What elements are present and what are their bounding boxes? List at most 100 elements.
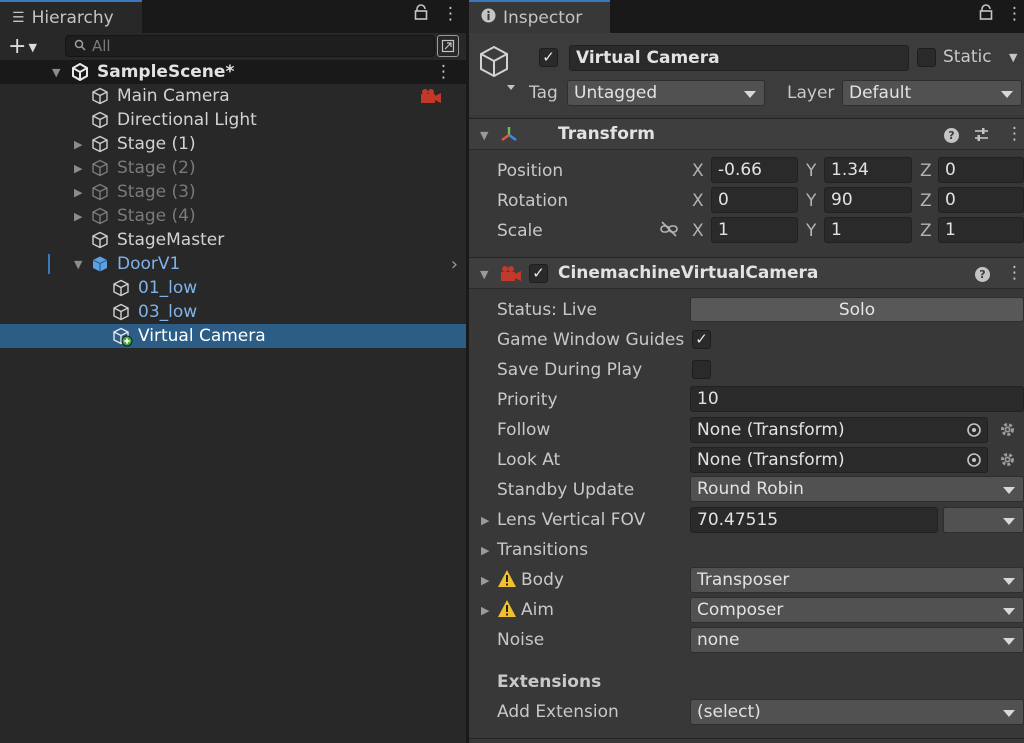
noise-dropdown[interactable]: none	[690, 627, 1024, 653]
look-at-field[interactable]: None (Transform)	[690, 447, 988, 473]
gear-icon[interactable]	[999, 451, 1016, 473]
game-window-guides-checkbox[interactable]: ✓	[692, 330, 711, 349]
lens-presets-dropdown[interactable]	[943, 507, 1024, 533]
gear-icon[interactable]	[999, 421, 1016, 443]
position-z-field[interactable]: 0	[938, 157, 1024, 183]
kebab-menu-icon[interactable]: ⋮	[435, 62, 452, 82]
static-checkbox[interactable]	[917, 48, 936, 67]
search-icon	[74, 39, 86, 54]
standby-update-dropdown[interactable]: Round Robin	[690, 476, 1024, 502]
kebab-menu-icon[interactable]: ⋮	[442, 4, 459, 24]
follow-field[interactable]: None (Transform)	[690, 417, 988, 443]
foldout-arrow-icon[interactable]: ▶	[481, 574, 489, 587]
body-dropdown[interactable]: Transposer	[690, 567, 1024, 593]
position-x-field[interactable]: -0.66	[711, 157, 798, 183]
search-input[interactable]: All	[65, 35, 435, 57]
lock-icon[interactable]	[414, 4, 428, 26]
expand-arrow-icon[interactable]: ▼	[74, 258, 82, 271]
expand-arrow-icon[interactable]: ▶	[74, 138, 82, 151]
hierarchy-item-stage-4[interactable]: ▶ Stage (4)	[0, 204, 466, 228]
expand-arrow-icon[interactable]: ▶	[74, 186, 82, 199]
aim-dropdown[interactable]: Composer	[690, 597, 1024, 623]
object-name-input[interactable]: Virtual Camera	[569, 45, 909, 71]
create-dropdown-button[interactable]: + ▼	[8, 34, 37, 59]
gameobject-cube-icon	[91, 207, 109, 225]
presets-icon[interactable]	[973, 126, 990, 148]
search-scene-view-icon[interactable]	[437, 35, 459, 57]
foldout-arrow-icon[interactable]: ▼	[480, 129, 488, 142]
hierarchy-item-doorv1[interactable]: ▼ DoorV1 ›	[0, 252, 466, 276]
position-y-field[interactable]: 1.34	[824, 157, 912, 183]
axis-z-label: Z	[920, 191, 932, 211]
kebab-menu-icon[interactable]: ⋮	[1006, 263, 1023, 283]
priority-field[interactable]: 10	[690, 386, 1024, 412]
active-checkbox[interactable]: ✓	[539, 48, 558, 67]
follow-value: None (Transform)	[697, 420, 845, 440]
layer-dropdown[interactable]: Default	[842, 80, 1022, 106]
hierarchy-item-label: Main Camera	[117, 86, 230, 106]
hierarchy-item-stage-2[interactable]: ▶ Stage (2)	[0, 156, 466, 180]
solo-button[interactable]: Solo	[690, 297, 1024, 322]
chevron-down-icon	[1003, 710, 1015, 717]
rotation-y-field[interactable]: 90	[824, 187, 912, 213]
look-at-label: Look At	[497, 450, 561, 470]
gameobject-cube-icon	[91, 111, 109, 129]
hierarchy-tabbar: ☰ Hierarchy ⋮	[0, 0, 466, 33]
scale-y-field[interactable]: 1	[824, 217, 912, 243]
prefab-override-marker	[48, 254, 50, 274]
static-label: Static	[943, 47, 992, 67]
cinemachine-header[interactable]: ▼ ✓ CinemachineVirtualCamera ? ⋮	[469, 257, 1024, 289]
lens-fov-field[interactable]: 70.47515	[690, 507, 938, 533]
transform-header[interactable]: ▼ Transform ? ⋮	[469, 118, 1024, 150]
scale-z-field[interactable]: 1	[938, 217, 1024, 243]
hierarchy-item-label: Virtual Camera	[138, 326, 266, 346]
target-picker-icon[interactable]	[963, 419, 985, 441]
tag-dropdown[interactable]: Untagged	[567, 80, 765, 106]
vcam-enabled-checkbox[interactable]: ✓	[529, 264, 548, 283]
hierarchy-item-03-low[interactable]: 03_low	[0, 300, 466, 324]
divider	[469, 738, 1024, 739]
hierarchy-item-01-low[interactable]: 01_low	[0, 276, 466, 300]
extensions-heading: Extensions	[497, 672, 602, 692]
chevron-down-icon	[1001, 91, 1013, 98]
constrain-proportions-icon[interactable]	[659, 221, 679, 242]
chevron-down-icon	[1003, 608, 1015, 615]
lock-icon[interactable]	[979, 4, 993, 26]
transitions-label[interactable]: Transitions	[497, 540, 588, 560]
gameobject-cube-icon	[479, 45, 515, 96]
tag-value: Untagged	[574, 83, 658, 103]
help-icon[interactable]: ?	[944, 128, 959, 143]
hierarchy-item-main-camera[interactable]: Main Camera	[0, 84, 466, 108]
foldout-arrow-icon[interactable]: ▶	[481, 514, 489, 527]
kebab-menu-icon[interactable]: ⋮	[1006, 4, 1023, 24]
tab-inspector[interactable]: Inspector	[469, 0, 610, 33]
gameobject-cube-icon	[112, 279, 130, 297]
hierarchy-item-directional-light[interactable]: Directional Light	[0, 108, 466, 132]
foldout-arrow-icon[interactable]: ▶	[481, 544, 489, 557]
expand-arrow-icon[interactable]: ▶	[74, 210, 82, 223]
hierarchy-item-stage-1[interactable]: ▶ Stage (1)	[0, 132, 466, 156]
tab-hierarchy[interactable]: ☰ Hierarchy	[0, 0, 142, 33]
target-picker-icon[interactable]	[963, 449, 985, 471]
rotation-x-field[interactable]: 0	[711, 187, 798, 213]
inspector-tabbar: Inspector ⋮	[469, 0, 1024, 33]
scale-x-field[interactable]: 1	[711, 217, 798, 243]
foldout-arrow-icon[interactable]: ▼	[480, 268, 488, 281]
expand-arrow-icon[interactable]: ▶	[74, 162, 82, 175]
static-dropdown-icon[interactable]: ▼	[1009, 51, 1017, 64]
chevron-right-icon[interactable]: ›	[451, 254, 458, 275]
help-icon[interactable]: ?	[975, 267, 990, 282]
hierarchy-item-stagemaster[interactable]: StageMaster	[0, 228, 466, 252]
position-label: Position	[497, 161, 564, 181]
hierarchy-item-virtual-camera[interactable]: Virtual Camera	[0, 324, 466, 348]
scene-row[interactable]: ▼ SampleScene* ⋮	[0, 60, 466, 84]
expand-arrow-icon[interactable]: ▼	[52, 66, 60, 79]
foldout-arrow-icon[interactable]: ▶	[481, 604, 489, 617]
aim-value: Composer	[697, 600, 784, 620]
hierarchy-panel: ☰ Hierarchy ⋮ + ▼ All ▼ SampleScene* ⋮ M…	[0, 0, 466, 743]
kebab-menu-icon[interactable]: ⋮	[1006, 124, 1023, 144]
rotation-z-field[interactable]: 0	[938, 187, 1024, 213]
save-during-play-checkbox[interactable]	[692, 360, 711, 379]
hierarchy-item-stage-3[interactable]: ▶ Stage (3)	[0, 180, 466, 204]
add-extension-dropdown[interactable]: (select)	[690, 699, 1024, 725]
